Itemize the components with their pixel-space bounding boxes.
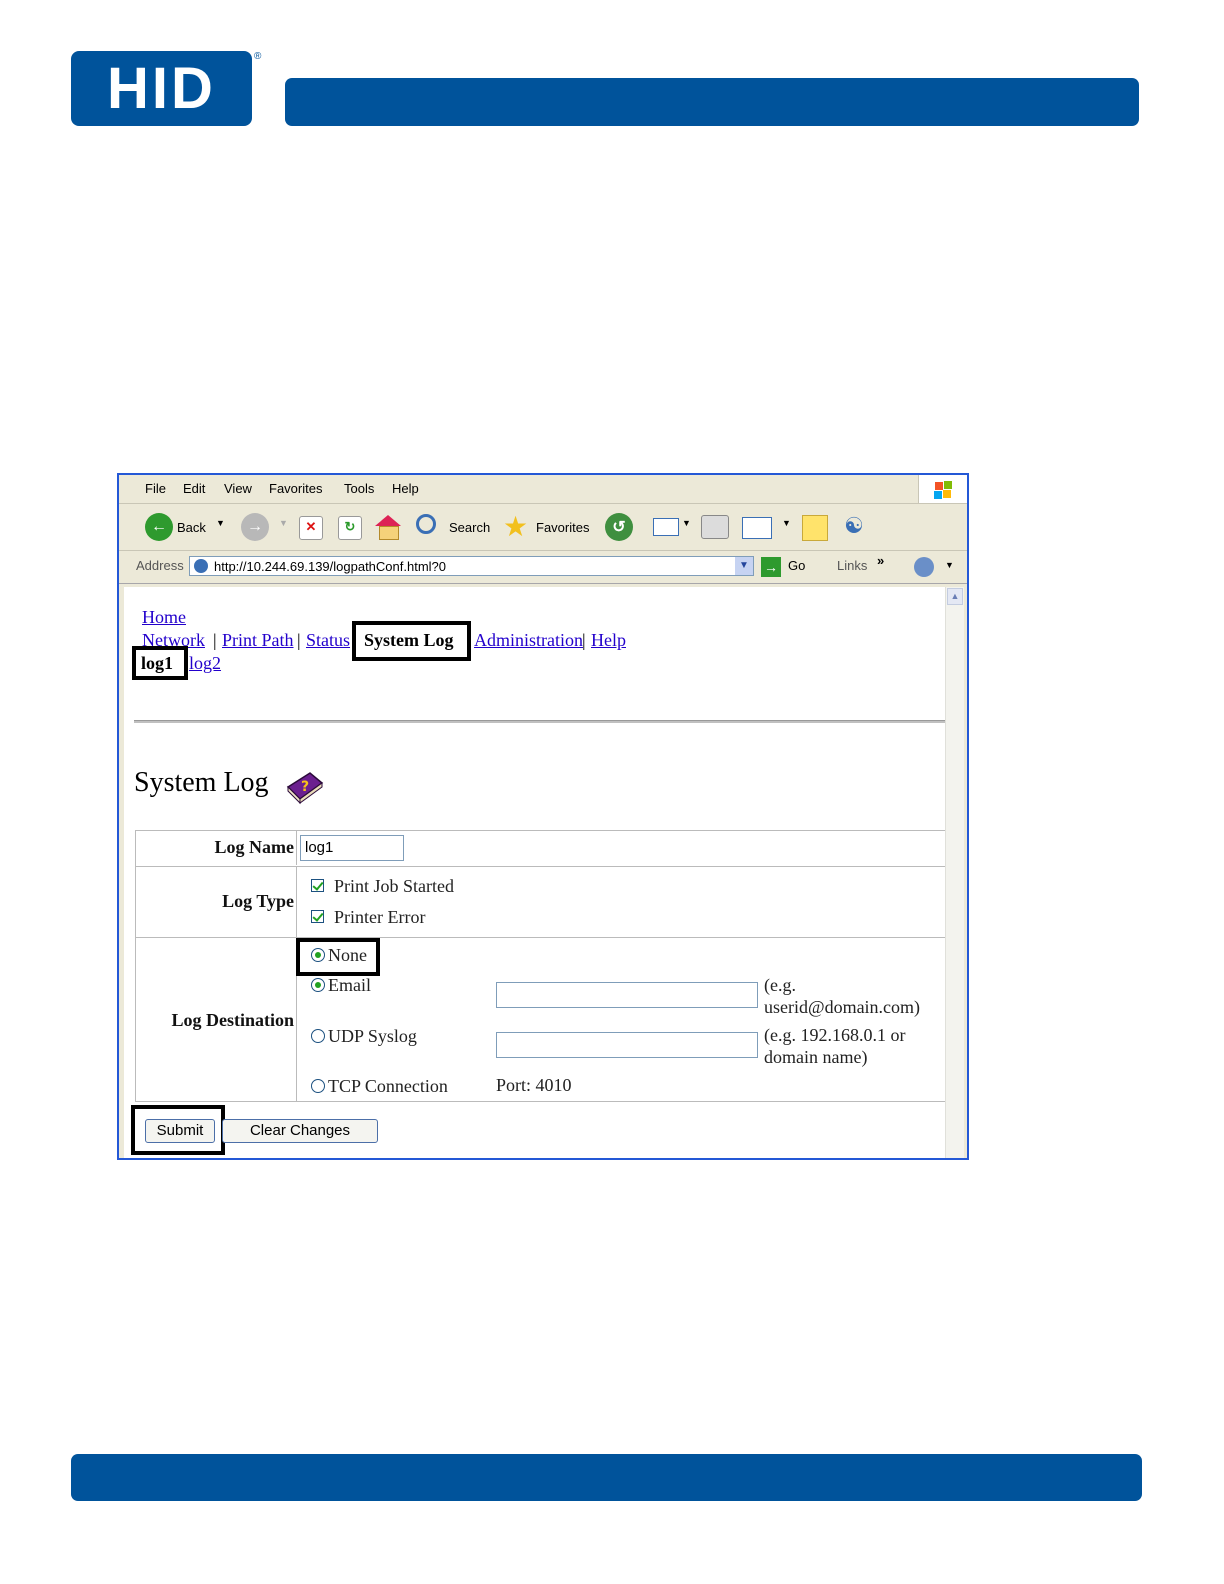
footer-banner: [71, 1454, 1142, 1501]
back-button-label[interactable]: Back: [177, 520, 206, 535]
vertical-scrollbar[interactable]: ▲: [945, 587, 964, 1158]
address-url: http://10.244.69.139/logpathConf.html?0: [214, 559, 447, 574]
stop-icon[interactable]: ✕: [299, 516, 323, 540]
clear-changes-button[interactable]: Clear Changes: [222, 1119, 378, 1143]
go-button-label[interactable]: Go: [788, 558, 805, 573]
menu-view[interactable]: View: [224, 481, 252, 496]
address-bar: Address http://10.244.69.139/logpathConf…: [119, 551, 967, 584]
go-arrow-icon[interactable]: →: [761, 557, 781, 577]
menu-file[interactable]: File: [145, 481, 166, 496]
search-icon[interactable]: [416, 514, 436, 534]
log-destination-label: Log Destination: [171, 1010, 294, 1030]
history-icon[interactable]: ↺: [605, 513, 633, 541]
udp-address-input[interactable]: [496, 1032, 758, 1058]
page-icon: [194, 559, 208, 573]
scroll-up-icon[interactable]: ▲: [947, 588, 963, 605]
edit-dropdown-icon[interactable]: ▼: [782, 518, 791, 528]
destination-udp-label: UDP Syslog: [328, 1026, 417, 1046]
tools-dropdown-icon[interactable]: ▼: [945, 560, 954, 570]
tools-icon[interactable]: [914, 557, 934, 577]
system-log-highlight-box: [352, 621, 471, 661]
log1-highlight-box: [132, 646, 188, 680]
messenger-icon[interactable]: ☯: [841, 515, 867, 539]
destination-tcp-label: TCP Connection: [328, 1076, 448, 1096]
page-content: Home Network | Print Path | Status Syste…: [124, 587, 947, 1158]
nav-home-link[interactable]: Home: [142, 607, 186, 628]
discuss-icon[interactable]: [802, 515, 828, 541]
header-banner: [285, 78, 1139, 126]
forward-arrow-icon[interactable]: →: [241, 513, 269, 541]
address-label: Address: [136, 558, 184, 573]
printer-error-label: Printer Error: [334, 907, 426, 927]
nav-administration-link[interactable]: Administration: [474, 630, 583, 651]
favorites-button-label[interactable]: Favorites: [536, 520, 589, 535]
menu-edit[interactable]: Edit: [183, 481, 205, 496]
nav-separator: |: [297, 630, 301, 650]
mail-dropdown-icon[interactable]: ▼: [682, 518, 691, 528]
nav-help-link[interactable]: Help: [591, 630, 626, 651]
email-address-input[interactable]: [496, 982, 758, 1008]
browser-window: File Edit View Favorites Tools Help ← Ba…: [117, 473, 969, 1160]
back-arrow-icon[interactable]: ←: [145, 513, 173, 541]
destination-udp-radio[interactable]: [311, 1029, 325, 1043]
address-input[interactable]: http://10.244.69.139/logpathConf.html?0 …: [189, 556, 754, 576]
print-job-started-label: Print Job Started: [334, 876, 454, 896]
favorites-star-icon[interactable]: ★: [503, 510, 528, 543]
menu-help[interactable]: Help: [392, 481, 419, 496]
horizontal-rule: [134, 720, 947, 723]
registered-mark: ®: [254, 51, 262, 62]
nav-print-path-link[interactable]: Print Path: [222, 630, 294, 651]
log-type-row: Log Type Print Job Started Printer Error: [136, 866, 946, 937]
links-label[interactable]: Links: [837, 558, 867, 573]
udp-hint-line2: domain name): [764, 1047, 868, 1067]
menu-tools[interactable]: Tools: [344, 481, 374, 496]
hid-logo: HID: [71, 51, 252, 126]
system-log-form: Log Name log1 Log Type Print Job Started…: [135, 830, 947, 1102]
destination-email-label: Email: [328, 975, 371, 995]
email-hint-line1: (e.g.: [764, 975, 796, 995]
submit-highlight-box: [131, 1105, 225, 1155]
page-title: System Log: [134, 767, 269, 798]
refresh-icon[interactable]: ↻: [338, 516, 362, 540]
email-hint-line2: userid@domain.com): [764, 997, 921, 1017]
standard-toolbar: ← Back ▼ → ▼ ✕ ↻ Search ★ Favorites ↺ ▼ …: [119, 504, 967, 551]
edit-icon[interactable]: [742, 517, 772, 539]
log-destination-row: Log Destination None Email (e.g. userid@…: [136, 937, 946, 1102]
destination-tcp-radio[interactable]: [311, 1079, 325, 1093]
mail-icon[interactable]: [653, 518, 679, 536]
menu-bar: File Edit View Favorites Tools Help: [119, 475, 967, 504]
nav-status-link[interactable]: Status: [306, 630, 350, 651]
log-name-label: Log Name: [214, 837, 295, 857]
windows-flag-icon: [918, 475, 967, 503]
search-button-label[interactable]: Search: [449, 520, 490, 535]
destination-email-radio[interactable]: [311, 978, 325, 992]
none-highlight-box: [296, 938, 380, 976]
tcp-port-value: Port: 4010: [496, 1075, 572, 1095]
nav-separator: |: [582, 630, 586, 650]
forward-dropdown-icon[interactable]: ▼: [279, 518, 288, 528]
nav-separator: |: [213, 630, 217, 650]
print-job-started-checkbox[interactable]: [311, 879, 324, 892]
printer-error-checkbox[interactable]: [311, 910, 324, 923]
subnav-log2-link[interactable]: log2: [189, 653, 221, 674]
print-icon[interactable]: [701, 515, 729, 539]
menu-favorites[interactable]: Favorites: [269, 481, 322, 496]
address-dropdown-icon[interactable]: ▼: [735, 557, 753, 575]
back-dropdown-icon[interactable]: ▼: [216, 518, 225, 528]
home-icon[interactable]: [375, 515, 401, 526]
log-type-label: Log Type: [222, 891, 294, 911]
log-name-row: Log Name log1: [136, 831, 946, 865]
links-chevron-icon[interactable]: »: [877, 553, 884, 568]
logo-text: HID: [107, 56, 216, 121]
udp-hint-line1: (e.g. 192.168.0.1 or: [764, 1025, 906, 1045]
log-name-input[interactable]: log1: [300, 835, 404, 861]
svg-text:?: ?: [301, 779, 309, 795]
help-book-icon[interactable]: ?: [284, 765, 324, 805]
